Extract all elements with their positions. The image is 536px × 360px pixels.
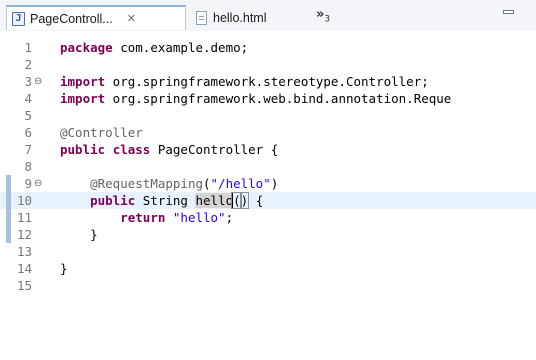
code-token: hello [195, 193, 234, 208]
code-token: public [90, 193, 136, 208]
code-line[interactable]: 8 [0, 158, 536, 175]
code-text: import org.springframework.stereotype.Co… [60, 73, 429, 90]
line-number: 8 [24, 159, 32, 174]
line-number: 10 [16, 193, 32, 208]
code-text: @RequestMapping("/hello") [60, 175, 278, 192]
code-line[interactable]: 7 public class PageController { [0, 141, 536, 158]
code-token: package [60, 40, 113, 55]
line-number: 13 [16, 244, 32, 259]
editor-tab-bar: J PageControll... ✕ hello.html »3 [0, 0, 536, 32]
line-number: 3 [24, 74, 32, 89]
code-line[interactable]: 11 return "hello"; [0, 209, 536, 226]
tab-overflow-button[interactable]: »3 [316, 7, 330, 25]
code-token: "hello" [172, 210, 226, 225]
code-line[interactable]: 4 import org.springframework.web.bind.ann… [0, 90, 536, 107]
code-text: package com.example.demo; [60, 39, 248, 56]
close-icon[interactable]: ✕ [127, 12, 136, 25]
line-number: 2 [24, 57, 32, 72]
code-text: public String hello() { [60, 192, 263, 209]
line-number: 5 [24, 108, 32, 123]
code-token: "/hello" [210, 176, 271, 191]
line-number: 11 [16, 210, 32, 225]
fold-toggle-icon[interactable]: ⊖ [34, 175, 42, 192]
code-token: ; [225, 210, 234, 225]
code-text: return "hello"; [60, 209, 233, 226]
code-line[interactable]: 1 package com.example.demo; [0, 39, 536, 56]
code-token: String [135, 193, 196, 208]
line-number: 4 [24, 91, 32, 106]
html-file-icon [196, 10, 207, 25]
code-token: import [60, 91, 106, 106]
code-line[interactable]: 14} [0, 260, 536, 277]
tab-page-controller[interactable]: J PageControll... ✕ [6, 5, 186, 30]
code-line[interactable]: 13 [0, 243, 536, 260]
code-line[interactable]: 15 [0, 277, 536, 294]
code-text: } [60, 260, 68, 277]
line-number: 6 [24, 125, 32, 140]
code-editor[interactable]: 1 package com.example.demo; 2 3 ⊖ import org.… [0, 31, 536, 360]
line-number: 9 [24, 176, 32, 191]
tab-hello-html[interactable]: hello.html [194, 5, 284, 30]
line-number: 15 [16, 278, 32, 293]
code-token: org.springframework.stereotype.Controlle… [105, 74, 429, 89]
java-file-icon: J [12, 11, 25, 26]
code-token: public [60, 142, 106, 157]
line-number: 7 [24, 142, 32, 157]
code-token: ( [203, 176, 211, 191]
code-token: ) [270, 176, 279, 191]
code-token: return [120, 210, 166, 225]
code-text: public class PageController { [60, 141, 278, 158]
code-line[interactable]: 6 @Controller [0, 124, 536, 141]
overflow-count: 3 [324, 14, 331, 25]
code-text: @Controller [60, 124, 143, 141]
code-text: import org.springframework.web.bind.anno… [60, 90, 451, 107]
line-number: 14 [16, 261, 32, 276]
code-token: com.example.demo; [112, 40, 249, 55]
code-token: @RequestMapping [90, 176, 203, 191]
code-line[interactable]: 2 [0, 56, 536, 73]
code-token: @Controller [60, 125, 143, 140]
code-token: } [60, 227, 98, 242]
code-token: ( [231, 192, 242, 209]
code-token: { [248, 193, 264, 208]
code-line[interactable]: 9 ⊖ @RequestMapping("/hello") [0, 175, 536, 192]
code-line[interactable]: 10 public String hello() { [0, 192, 536, 209]
code-line[interactable]: 12 } [0, 226, 536, 243]
minimize-icon[interactable] [503, 10, 514, 14]
tab-label: hello.html [213, 10, 267, 25]
code-token: import [60, 74, 106, 89]
line-number: 1 [24, 40, 32, 55]
code-token: class [112, 142, 151, 157]
fold-toggle-icon[interactable]: ⊖ [34, 73, 42, 90]
code-line[interactable]: 3 ⊖ import org.springframework.stereotype.… [0, 73, 536, 90]
code-token: } [60, 261, 68, 276]
code-line[interactable]: 5 [0, 107, 536, 124]
code-token: org.springframework.web.bind.annotation.… [105, 91, 452, 106]
tab-label: PageControll... [30, 11, 113, 26]
line-number: 12 [16, 227, 32, 242]
code-token: PageController { [150, 142, 279, 157]
code-text: } [60, 226, 98, 243]
